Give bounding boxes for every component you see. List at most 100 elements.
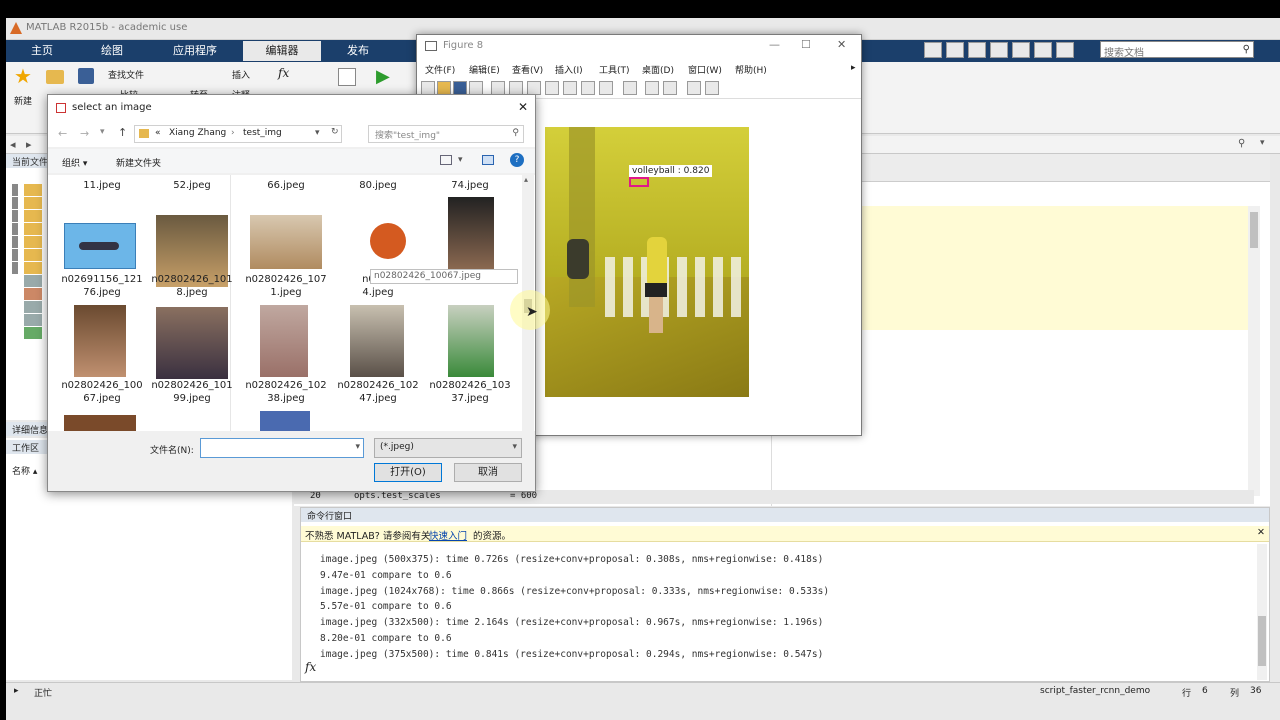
copy-quick-icon[interactable] xyxy=(968,42,986,58)
preview-pane-icon[interactable] xyxy=(482,155,494,165)
command-window-header[interactable]: 命令行窗口 xyxy=(301,508,1269,522)
figure-menu-tools[interactable]: 工具(T) xyxy=(599,63,630,76)
file-type-dropdown-icon[interactable]: ▾ xyxy=(512,442,517,452)
address-dropdown-icon[interactable]: ▾ xyxy=(1260,138,1265,148)
legend-icon[interactable] xyxy=(663,81,677,95)
doc-search-input[interactable]: 搜索文档 ⚲ xyxy=(1100,41,1254,59)
thumbnail-boy-basketball[interactable] xyxy=(156,307,228,379)
figure-menu-view[interactable]: 查看(V) xyxy=(512,63,543,76)
minimize-icon[interactable]: — xyxy=(769,38,780,51)
tree-row[interactable] xyxy=(12,236,42,248)
new-folder-button[interactable]: 新建文件夹 xyxy=(116,156,161,169)
view-options-icon[interactable] xyxy=(440,155,452,165)
thumbnail-green-court[interactable] xyxy=(448,305,494,377)
new-label[interactable]: 新建 xyxy=(14,94,32,107)
file-name[interactable]: 80.jpeg xyxy=(332,179,424,192)
new-star-icon[interactable]: ★ xyxy=(14,66,32,86)
file-name[interactable]: n02802426_101 8.jpeg xyxy=(146,273,238,299)
figure-menu-window[interactable]: 窗口(W) xyxy=(688,63,722,76)
paste-quick-icon[interactable] xyxy=(990,42,1008,58)
file-type-select[interactable]: (*.jpeg) ▾ xyxy=(374,438,522,458)
address-search-icon[interactable]: ⚲ xyxy=(1238,138,1245,149)
cut-quick-icon[interactable] xyxy=(946,42,964,58)
tree-row[interactable] xyxy=(12,184,42,196)
save-disk-icon[interactable] xyxy=(78,68,94,84)
tree-row[interactable] xyxy=(12,210,42,222)
breadcrumb-item-folder[interactable]: test_img xyxy=(243,128,282,138)
thumbnail-basketball-logo[interactable] xyxy=(342,207,414,269)
close-notice-icon[interactable]: ✕ xyxy=(1257,527,1265,538)
new-figure-icon[interactable] xyxy=(421,81,435,95)
command-scrollbar[interactable] xyxy=(1257,544,1267,680)
insert-label[interactable]: 插入 xyxy=(232,68,250,81)
refresh-icon[interactable]: ↻ xyxy=(331,127,339,137)
nav-recent-icon[interactable]: ▾ xyxy=(100,127,105,137)
figure-menu-arrow-icon[interactable]: ▸ xyxy=(851,63,856,73)
command-scroll-thumb[interactable] xyxy=(1258,616,1266,666)
forward-arrow-icon[interactable]: ▸ xyxy=(26,138,32,151)
file-name[interactable]: n02802426_102 38.jpeg xyxy=(240,379,332,405)
save-figure-icon[interactable] xyxy=(453,81,467,95)
tree-row[interactable] xyxy=(12,301,42,313)
breadcrumb[interactable]: « Xiang Zhang › test_img ▾ ↻ xyxy=(134,125,342,143)
nav-back-icon[interactable]: ← xyxy=(58,127,67,140)
dialog-search-icon[interactable]: ⚲ xyxy=(512,128,519,138)
pan-icon[interactable] xyxy=(545,81,559,95)
redo-quick-icon[interactable] xyxy=(1034,42,1052,58)
tab-plots[interactable]: 绘图 xyxy=(84,41,140,61)
tree-row[interactable] xyxy=(12,223,42,235)
zoom-out-icon[interactable] xyxy=(527,81,541,95)
thumbnail-basketball-players[interactable] xyxy=(250,215,322,269)
pointer-icon[interactable] xyxy=(491,81,505,95)
workspace-name-column[interactable]: 名称 ▴ xyxy=(12,464,37,477)
open-folder-icon[interactable] xyxy=(46,70,64,84)
rotate-icon[interactable] xyxy=(563,81,577,95)
tree-row[interactable] xyxy=(12,288,42,300)
thumbnail-basketball-game[interactable] xyxy=(448,197,494,269)
help-quick-icon[interactable] xyxy=(1056,42,1074,58)
zoom-in-icon[interactable] xyxy=(509,81,523,95)
file-name[interactable]: 66.jpeg xyxy=(240,179,332,192)
figure-menu-insert[interactable]: 插入(I) xyxy=(555,63,583,76)
dialog-search-input[interactable]: 搜索"test_img" ⚲ xyxy=(368,125,524,143)
tab-editor[interactable]: 编辑器 xyxy=(243,41,321,61)
thumbnail-girl-basketball[interactable] xyxy=(74,305,126,377)
dock-icon[interactable] xyxy=(705,81,719,95)
tree-row[interactable] xyxy=(12,314,42,326)
tree-row[interactable] xyxy=(12,262,42,274)
thumbnail-hoop[interactable] xyxy=(260,305,308,377)
dialog-close-icon[interactable]: ✕ xyxy=(518,100,528,114)
data-cursor-icon[interactable] xyxy=(581,81,595,95)
search-icon[interactable]: ⚲ xyxy=(1243,44,1250,55)
file-name[interactable]: n02691156_121 76.jpeg xyxy=(56,273,148,299)
thumbnail-partial[interactable] xyxy=(260,411,310,431)
editor-code-row[interactable]: 20 opts.test_scales = 600 xyxy=(294,490,1254,504)
editor-scroll-thumb[interactable] xyxy=(1250,212,1258,248)
breadcrumb-item-user[interactable]: Xiang Zhang xyxy=(169,128,226,138)
tree-row[interactable] xyxy=(12,275,42,287)
find-files-label[interactable]: 查找文件 xyxy=(108,68,144,81)
breadcrumb-overflow[interactable]: « xyxy=(155,128,161,138)
cancel-button[interactable]: 取消 xyxy=(454,463,522,482)
tab-apps[interactable]: 应用程序 xyxy=(162,41,228,61)
undo-quick-icon[interactable] xyxy=(1012,42,1030,58)
figure-menu-edit[interactable]: 编辑(E) xyxy=(469,63,500,76)
tab-publish[interactable]: 发布 xyxy=(330,41,386,61)
nav-forward-icon[interactable]: → xyxy=(80,127,89,140)
organize-button[interactable]: 组织 ▾ xyxy=(62,156,87,169)
filename-dropdown-icon[interactable]: ▾ xyxy=(355,442,360,452)
figure-menu-desktop[interactable]: 桌面(D) xyxy=(642,63,674,76)
maximize-icon[interactable]: ☐ xyxy=(801,38,811,51)
open-file-icon[interactable] xyxy=(437,81,451,95)
brush-icon[interactable] xyxy=(599,81,613,95)
thumbnail-dunk[interactable] xyxy=(350,305,404,377)
file-name[interactable]: n02802426_107 1.jpeg xyxy=(240,273,332,299)
file-name[interactable]: 74.jpeg xyxy=(424,179,516,192)
help-icon[interactable]: ? xyxy=(510,153,524,167)
file-name[interactable]: 52.jpeg xyxy=(146,179,238,192)
tab-home[interactable]: 主页 xyxy=(14,41,70,61)
run-icon[interactable]: ▶ xyxy=(376,68,390,86)
breadcrumb-dropdown-icon[interactable]: ▾ xyxy=(315,128,320,138)
figure-menu-help[interactable]: 帮助(H) xyxy=(735,63,767,76)
colorbar-icon[interactable] xyxy=(645,81,659,95)
